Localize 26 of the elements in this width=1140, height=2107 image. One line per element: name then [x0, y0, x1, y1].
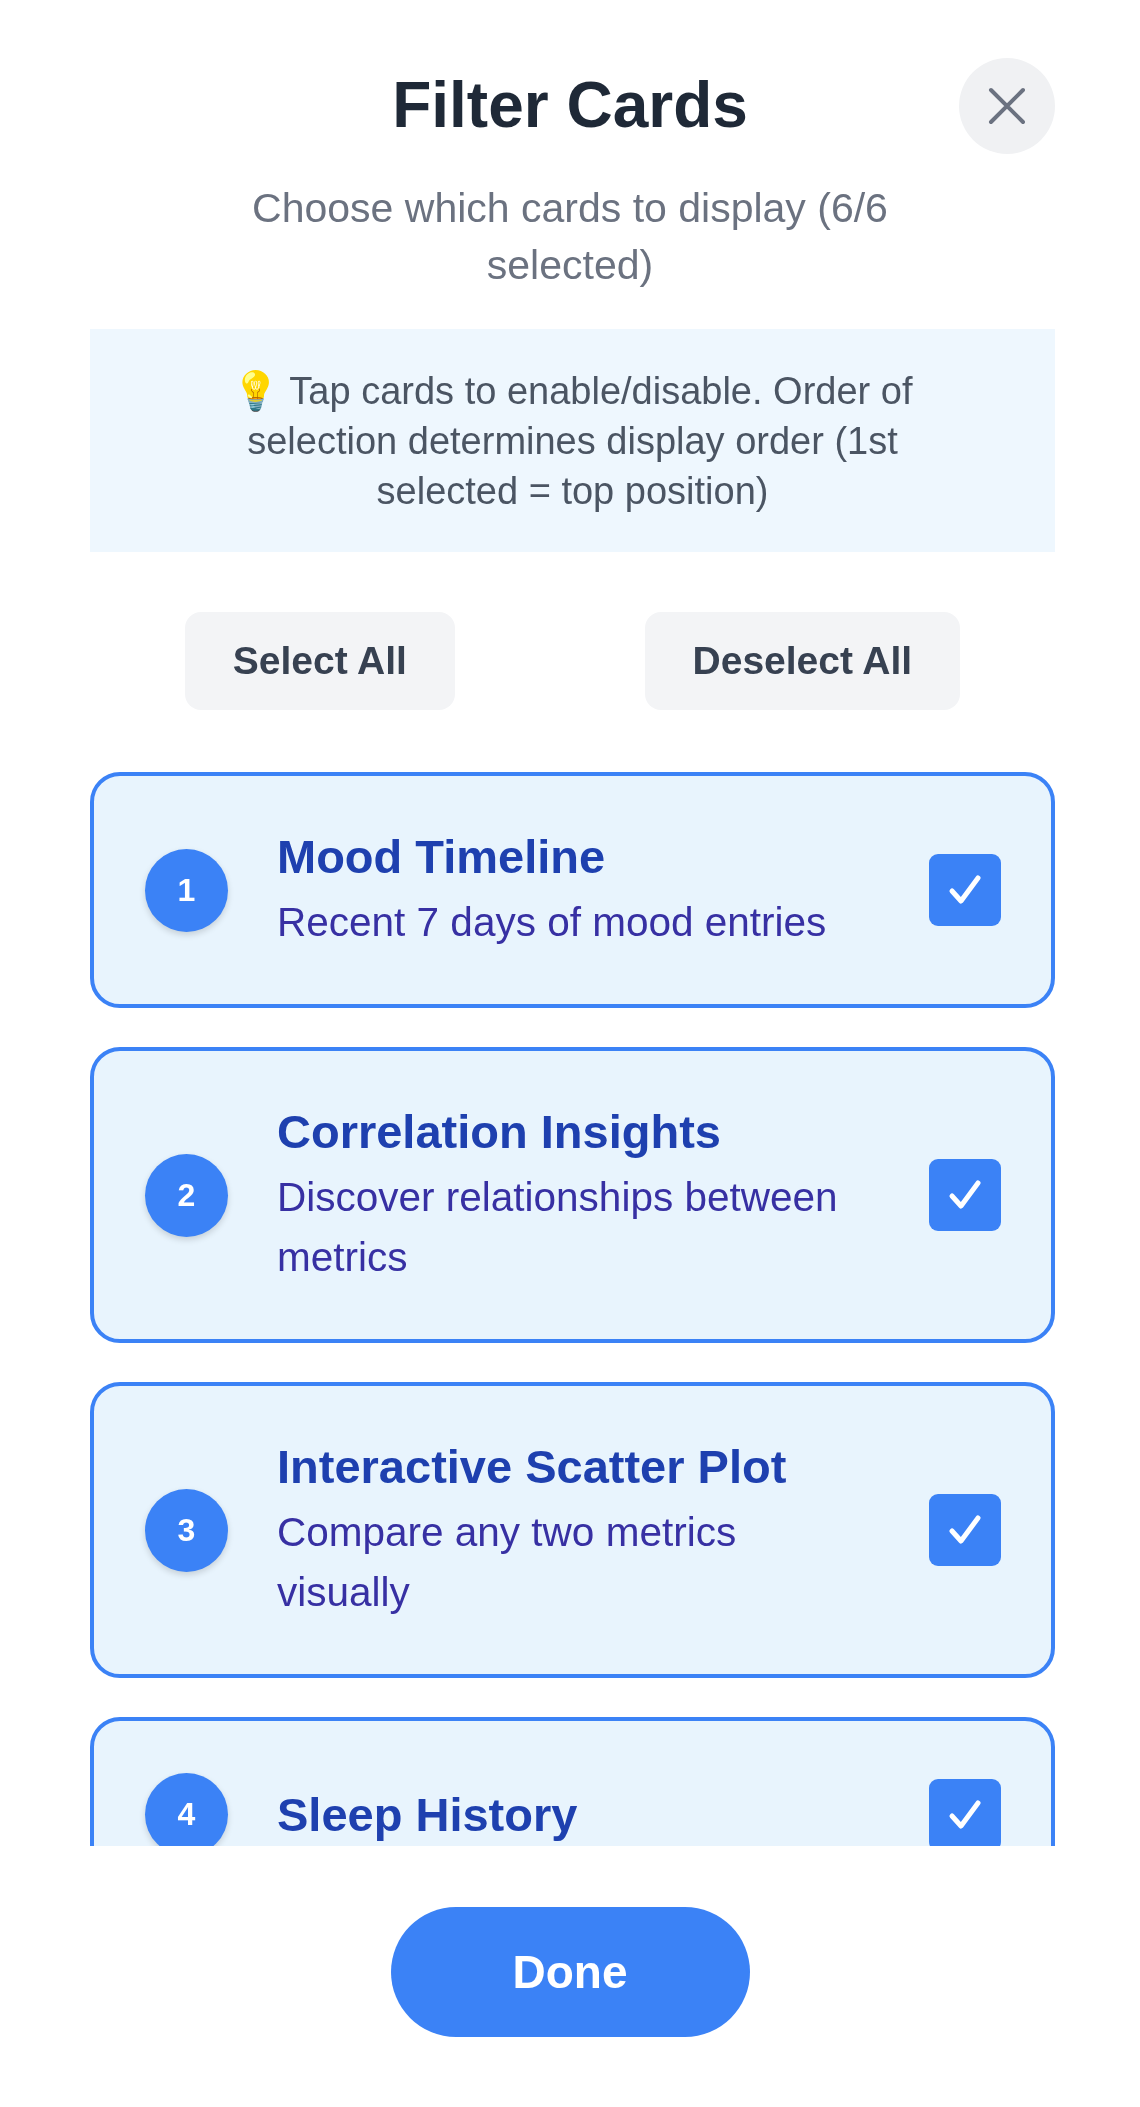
card-title: Correlation Insights: [277, 1104, 722, 1160]
checkbox[interactable]: [929, 1494, 1001, 1566]
card-title: Interactive Scatter Plot: [277, 1439, 788, 1495]
card-description: Discover relationships between metrics: [277, 1173, 839, 1282]
done-button[interactable]: Done: [390, 1907, 750, 2037]
order-badge: 3: [145, 1488, 228, 1572]
subtitle: Choose which cards to display (6/6 selected): [251, 184, 889, 290]
card-title: Sleep History: [277, 1786, 579, 1843]
card-title: Mood Timeline: [277, 829, 607, 885]
deselect-all-button[interactable]: Deselect All: [644, 612, 961, 710]
card-option[interactable]: 3 Interactive Scatter Plot Compare any two metrics visually: [90, 1382, 1055, 1678]
card-option[interactable]: 2 Correlation Insights Discover relationships between metrics: [90, 1047, 1055, 1343]
tip-text: 💡 Tap cards to enable/disable. Order of selection determines display order (1st selected = top position): [231, 369, 914, 514]
checkbox[interactable]: [929, 1159, 1001, 1231]
card-option[interactable]: 4 Sleep History: [90, 1717, 1055, 1846]
close-icon: [987, 86, 1027, 126]
order-badge: 1: [145, 848, 228, 932]
card-description: Compare any two metrics visually: [277, 1508, 738, 1617]
checkbox[interactable]: [929, 1778, 1001, 1846]
checkbox[interactable]: [929, 854, 1001, 926]
card-option[interactable]: 1 Mood Timeline Recent 7 days of mood entries: [90, 772, 1055, 1008]
card-description: Recent 7 days of mood entries: [277, 898, 828, 947]
select-all-button[interactable]: Select All: [184, 612, 455, 710]
order-badge: 4: [145, 1773, 228, 1846]
dialog-title: Filter Cards: [392, 68, 748, 143]
order-badge: 2: [145, 1153, 228, 1237]
